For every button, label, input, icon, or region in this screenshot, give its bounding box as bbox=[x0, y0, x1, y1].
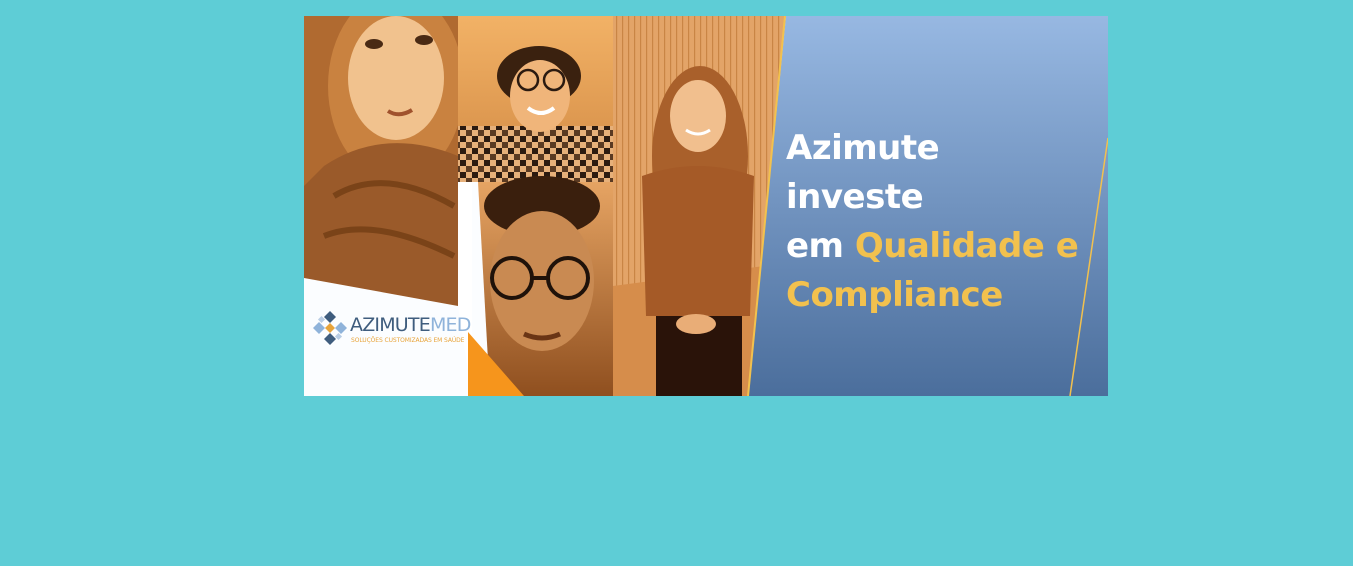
headline-line-2-prefix: em bbox=[786, 226, 855, 266]
azimutemed-logo: AZIMUTEMED SOLUÇÕES CUSTOMIZADAS EM SAÚD… bbox=[310, 308, 480, 352]
logo-word-med: MED bbox=[429, 314, 471, 336]
banner-headline: Azimute investe em Qualidade e Complianc… bbox=[786, 124, 1086, 320]
headline-line-1: Azimute investe bbox=[786, 128, 940, 217]
azimute-diamond-icon bbox=[313, 311, 347, 345]
promo-banner[interactable]: Azimute investe em Qualidade e Complianc… bbox=[304, 16, 1108, 396]
headline-accent-qualidade: Qualidade e bbox=[854, 226, 1079, 266]
woman-with-long-hair-photo bbox=[304, 16, 464, 306]
logo-word-azimute: AZIMUTE bbox=[350, 314, 431, 336]
logo-wordmark: AZIMUTEMED bbox=[350, 314, 471, 336]
headline-accent-compliance: Compliance bbox=[786, 275, 1003, 315]
logo-tagline: SOLUÇÕES CUSTOMIZADAS EM SAÚDE bbox=[351, 337, 465, 344]
headline-line-2: em Qualidade e bbox=[786, 222, 1086, 271]
man-with-curly-hair-and-glasses-photo bbox=[458, 16, 613, 182]
man-with-round-glasses-photo bbox=[468, 176, 613, 396]
